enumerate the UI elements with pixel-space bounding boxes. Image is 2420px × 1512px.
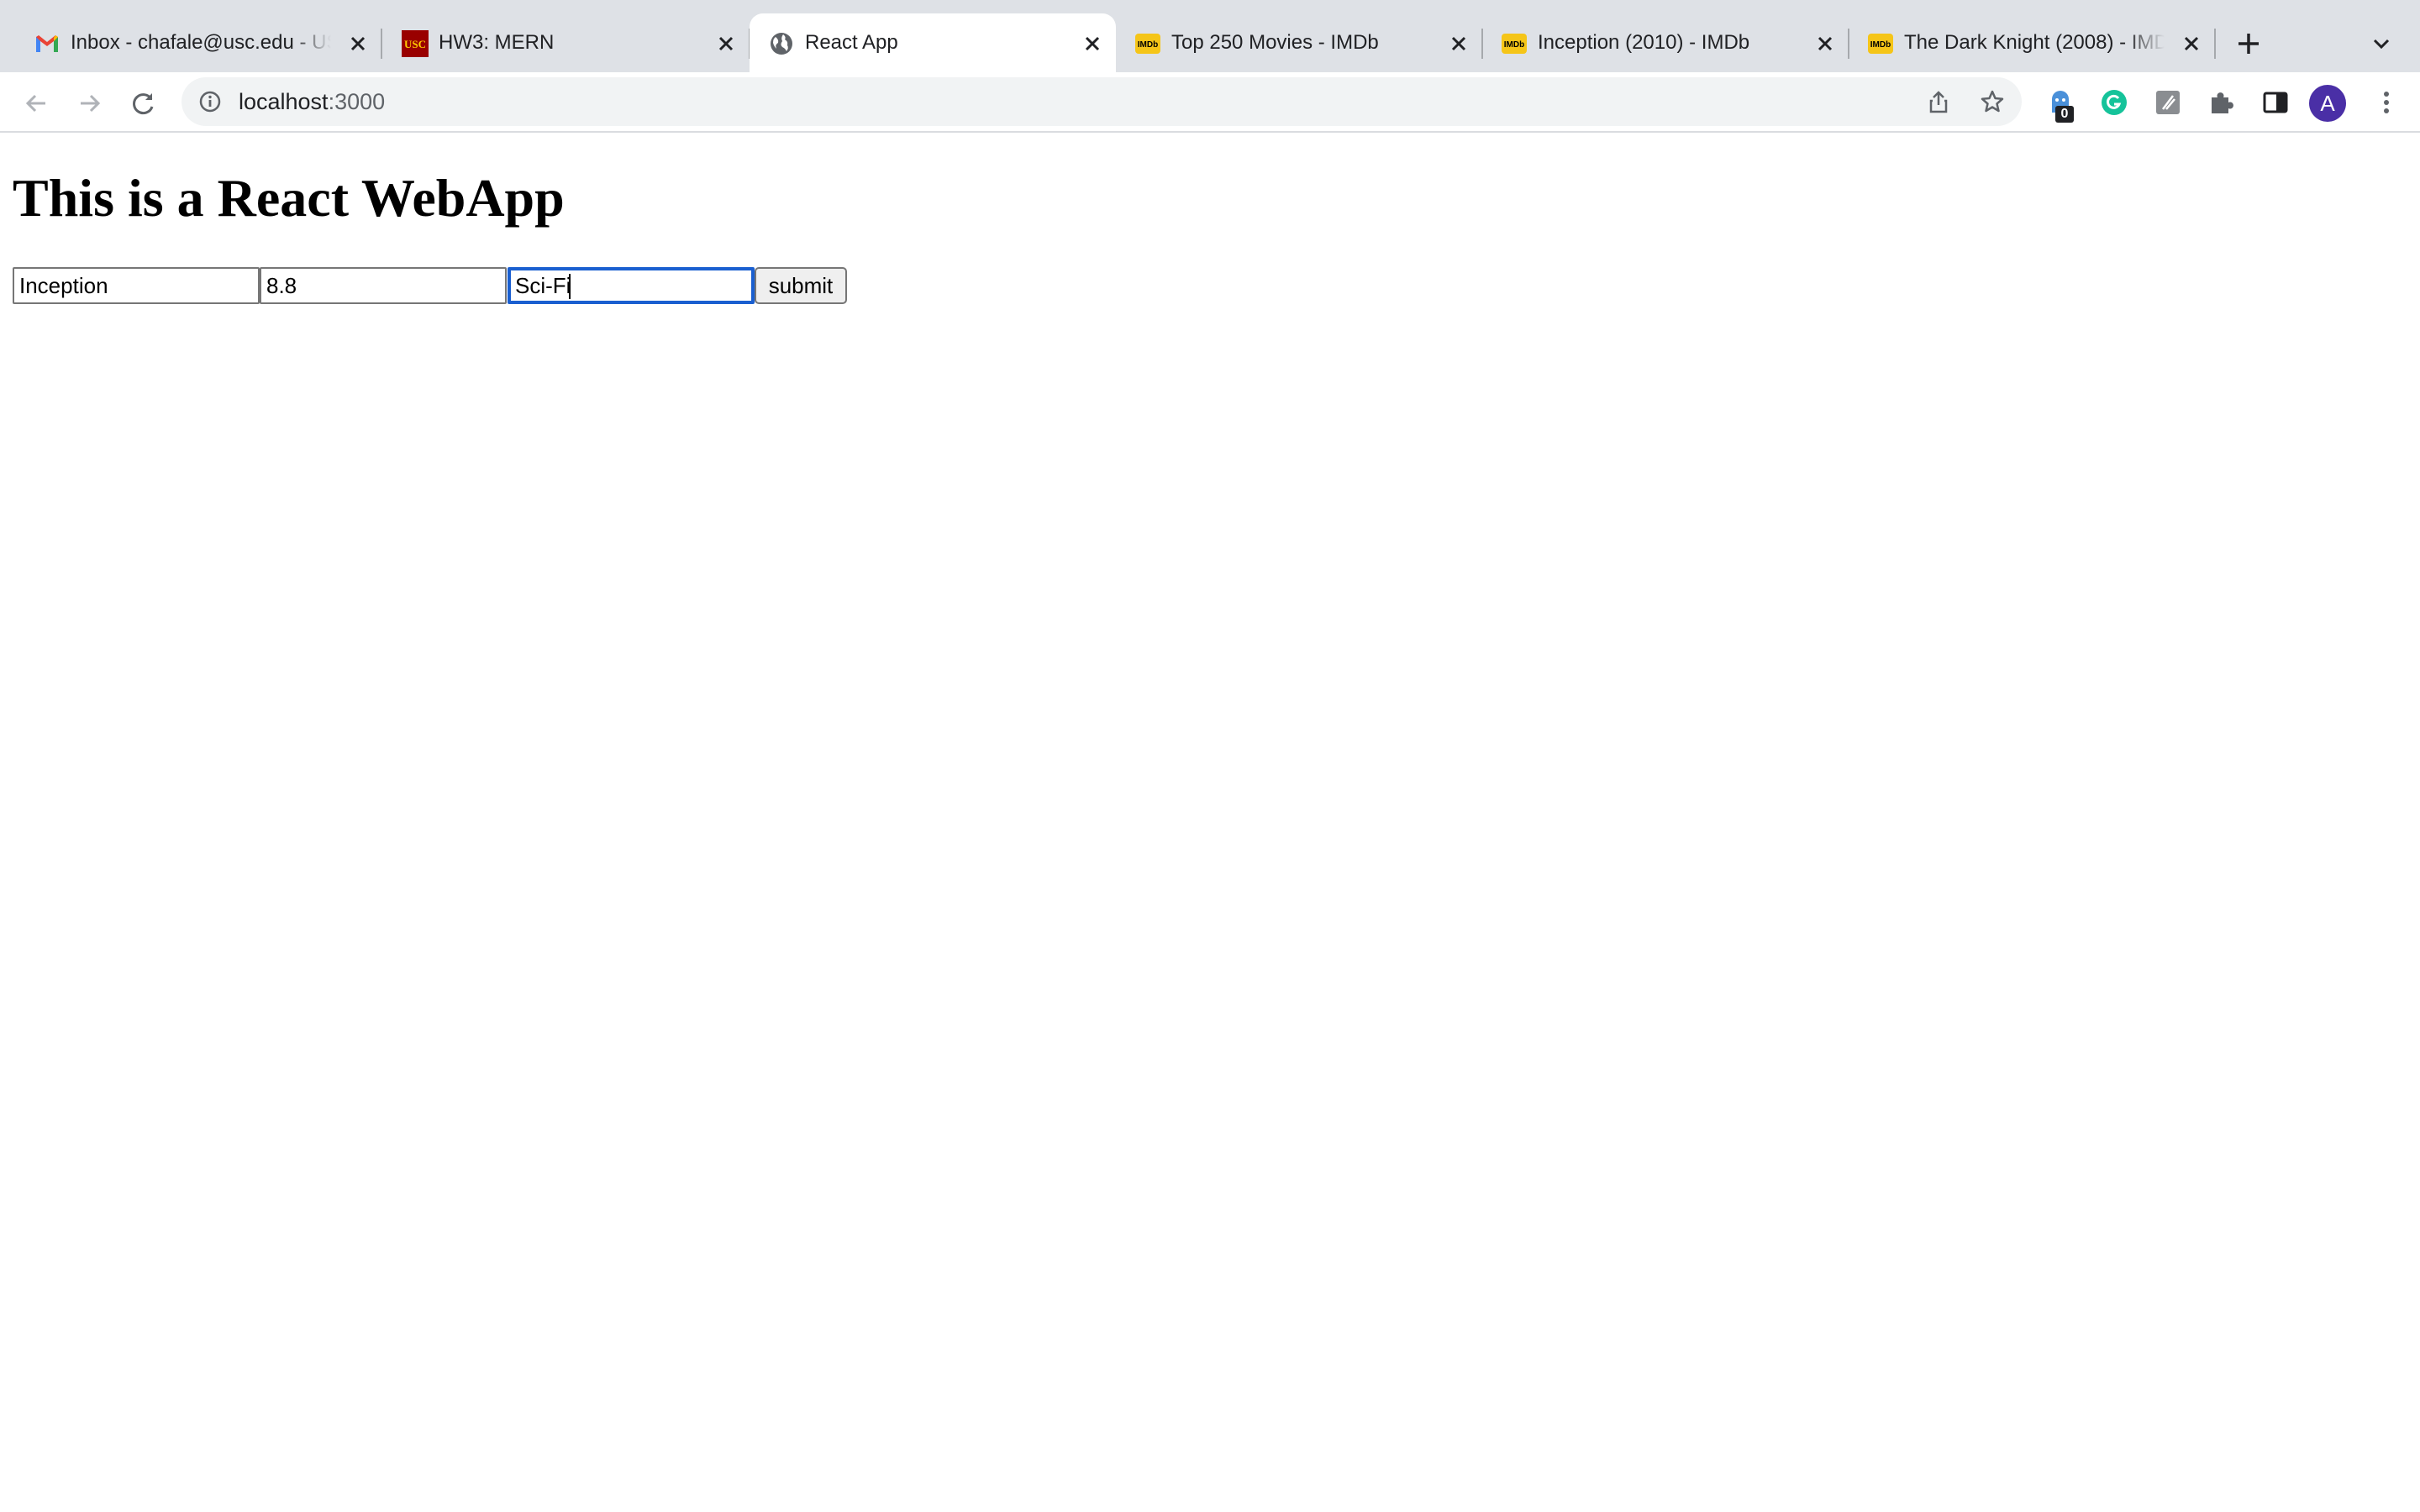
kebab-menu-icon[interactable] <box>2371 87 2402 118</box>
tab-hw3[interactable]: USC HW3: MERN <box>383 13 750 72</box>
usc-icon: USC <box>402 30 429 57</box>
close-icon[interactable] <box>714 32 738 55</box>
tab-title: Inbox - chafale@usc.edu - USC Mail <box>71 31 331 54</box>
movie-title-input[interactable] <box>13 267 260 304</box>
new-tab-icon[interactable] <box>2232 27 2265 60</box>
profile-avatar[interactable]: A <box>2309 85 2346 122</box>
close-icon[interactable] <box>1813 32 1837 55</box>
info-icon[interactable] <box>198 90 222 113</box>
svg-text:USC: USC <box>404 38 426 50</box>
close-icon[interactable] <box>1081 32 1104 55</box>
tab-top-250-movies[interactable]: IMDb Top 250 Movies - IMDb <box>1116 13 1483 72</box>
tab-separator <box>2214 29 2216 59</box>
extension-slash-icon[interactable] <box>2153 87 2183 118</box>
browser-toolbar: localhost:3000 0 A <box>0 72 2420 133</box>
puzzle-piece-icon[interactable] <box>2207 87 2237 118</box>
movie-genre-input[interactable] <box>508 267 755 304</box>
page-title: This is a React WebApp <box>13 168 565 228</box>
tab-strip: Inbox - chafale@usc.edu - USC Mail USC H… <box>0 0 2420 72</box>
submit-button[interactable]: submit <box>755 267 847 304</box>
page-content: This is a React WebApp submit <box>0 134 2420 1512</box>
reload-icon[interactable] <box>128 87 160 119</box>
chevron-down-icon[interactable] <box>2368 30 2395 57</box>
tab-title: Inception (2010) - IMDb <box>1538 31 1750 54</box>
close-icon[interactable] <box>346 32 370 55</box>
tab-react-app[interactable]: React App <box>750 13 1116 72</box>
close-icon[interactable] <box>2180 32 2203 55</box>
close-icon[interactable] <box>1447 32 1470 55</box>
share-icon[interactable] <box>1926 89 1951 114</box>
svg-text:IMDb: IMDb <box>1138 40 1158 50</box>
url-port: :3000 <box>328 89 386 114</box>
extension-badge: 0 <box>2055 106 2074 123</box>
text-caret <box>569 274 571 299</box>
address-bar[interactable]: localhost:3000 <box>182 77 2022 126</box>
tab-dark-knight[interactable]: IMDb The Dark Knight (2008) - IMDb <box>1849 13 2216 72</box>
tab-inception[interactable]: IMDb Inception (2010) - IMDb <box>1482 13 1849 72</box>
browser-window: Inbox - chafale@usc.edu - USC Mail USC H… <box>0 0 2420 1512</box>
tab-separator <box>381 29 382 59</box>
url-host: localhost <box>239 89 329 114</box>
back-arrow-icon[interactable] <box>20 87 52 119</box>
bookmark-star-icon[interactable] <box>1980 89 2005 114</box>
svg-text:IMDb: IMDb <box>1504 40 1524 50</box>
side-panel-icon[interactable] <box>2260 87 2291 118</box>
tab-title: The Dark Knight (2008) - IMDb <box>1904 31 2165 54</box>
url-text: localhost:3000 <box>239 88 385 115</box>
tab-title: React App <box>805 31 898 54</box>
globe-icon <box>771 33 792 55</box>
svg-text:IMDb: IMDb <box>1870 40 1891 50</box>
grammarly-icon[interactable] <box>2099 87 2129 118</box>
forward-arrow-icon[interactable] <box>74 87 106 119</box>
imdb-icon: IMDb <box>1135 34 1160 54</box>
gmail-icon <box>36 35 58 52</box>
imdb-icon: IMDb <box>1868 34 1893 54</box>
tab-title: Top 250 Movies - IMDb <box>1171 31 1379 54</box>
movie-rating-input[interactable] <box>260 267 507 304</box>
tab-gmail[interactable]: Inbox - chafale@usc.edu - USC Mail <box>15 13 382 72</box>
imdb-icon: IMDb <box>1502 34 1527 54</box>
tab-title: HW3: MERN <box>439 31 555 54</box>
